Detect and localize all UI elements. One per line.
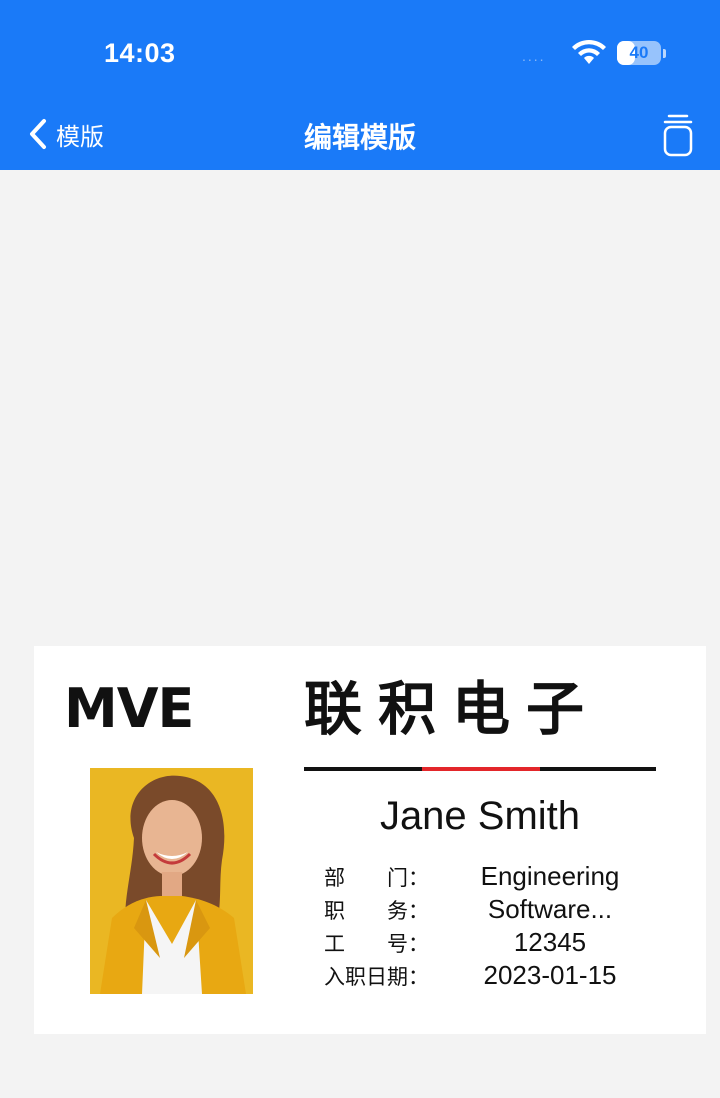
- badge-preview[interactable]: MVE 联积电子 Jane Smith 部 门： Engineering 职 务…: [34, 646, 706, 1034]
- info-label: 部 门：: [324, 865, 429, 890]
- logo-mark: MVE: [64, 677, 194, 740]
- info-row-hire-date: 入职日期： 2023-01-15: [324, 959, 654, 992]
- trash-icon[interactable]: [656, 112, 700, 158]
- status-bar: 14:03 .... 40: [0, 0, 720, 100]
- page-title: 编辑模版: [303, 122, 416, 153]
- employee-photo: [90, 768, 253, 994]
- status-time: 14:03: [104, 38, 176, 68]
- battery-icon: 40: [617, 41, 661, 65]
- company-logo: MVE 联积电子: [64, 674, 684, 744]
- info-row-department: 部 门： Engineering: [324, 860, 654, 893]
- employee-name: Jane Smith: [379, 794, 581, 838]
- battery-tip: [663, 49, 666, 58]
- employee-info: 部 门： Engineering 职 务： Software... 工 号： 1…: [324, 860, 654, 992]
- info-label: 入职日期：: [324, 964, 429, 989]
- signal-indicator: ....: [522, 48, 546, 64]
- info-label: 工 号：: [324, 931, 429, 956]
- info-label: 职 务：: [324, 898, 429, 923]
- battery-level: 40: [629, 43, 649, 62]
- info-row-employee-id: 工 号： 12345: [324, 926, 654, 959]
- info-value: Software...: [487, 894, 613, 924]
- info-value: Engineering: [480, 861, 620, 891]
- nav-bar: 模版 编辑模版: [0, 100, 720, 170]
- company-name: 联积电子: [304, 675, 601, 743]
- info-row-position: 职 务： Software...: [324, 893, 654, 926]
- info-value: 12345: [513, 927, 587, 957]
- info-value: 2023-01-15: [483, 960, 617, 990]
- divider-accent: [422, 767, 540, 771]
- wifi-icon: [572, 39, 606, 64]
